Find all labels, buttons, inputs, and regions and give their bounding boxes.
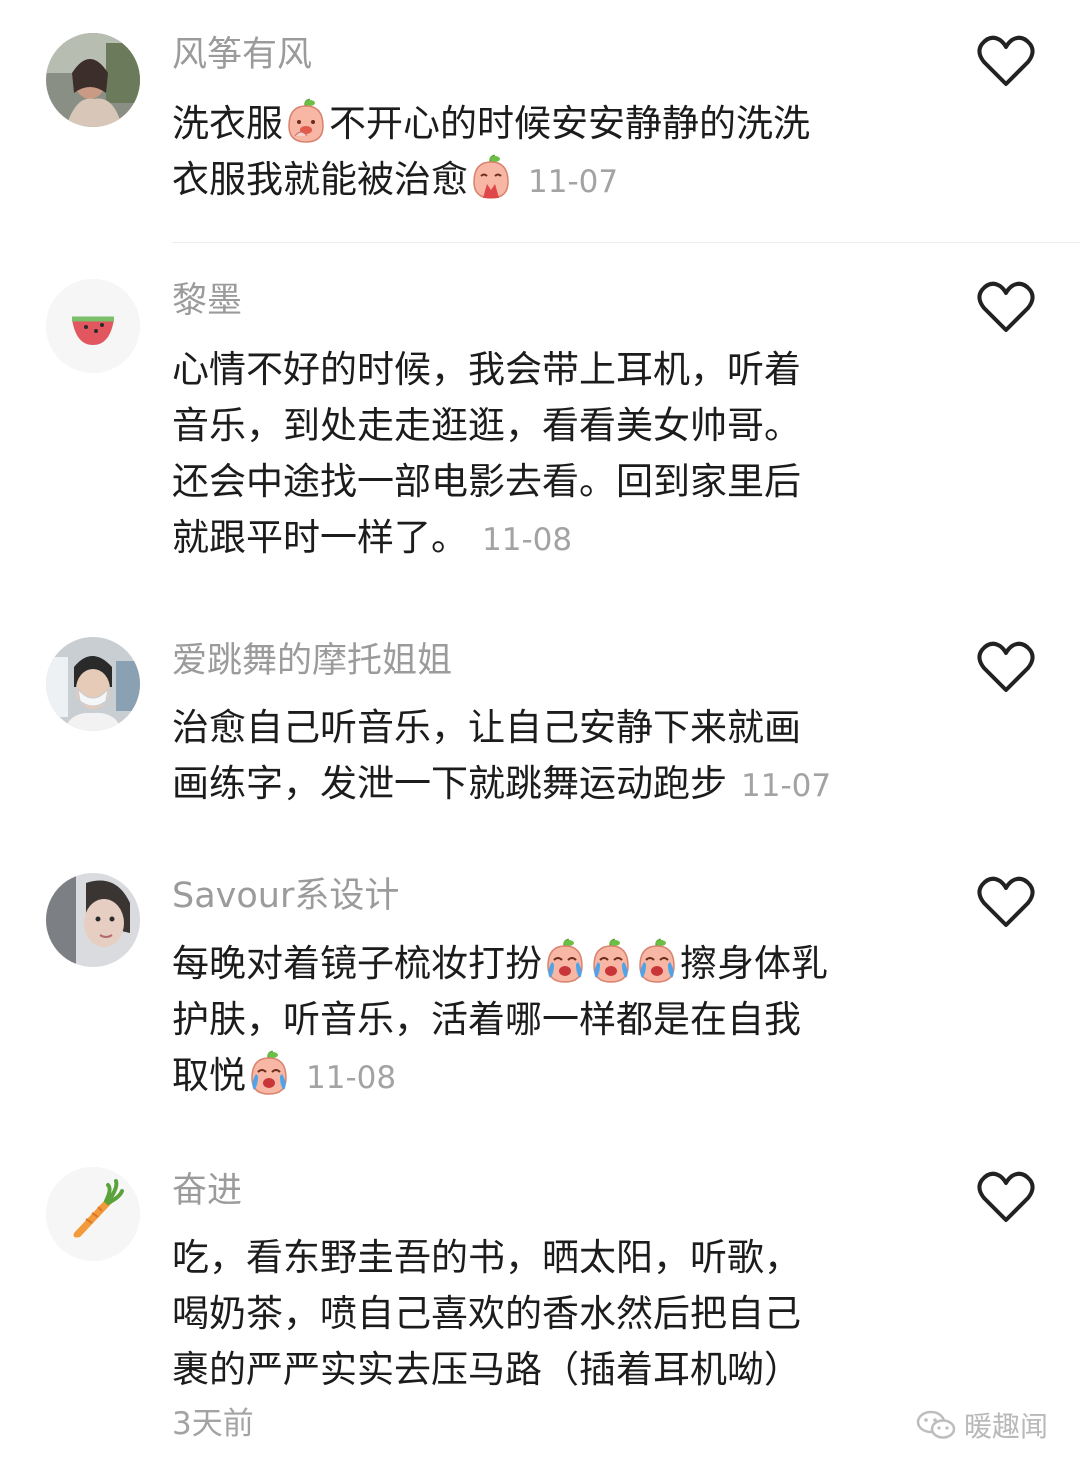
text-segment: 画练字，发泄一下就跳舞运动跑步 (172, 762, 727, 805)
like-heart-icon[interactable] (976, 1170, 1036, 1224)
peach-cry-emoji (246, 1050, 292, 1096)
comment-date: 11-08 (482, 522, 573, 558)
user-avatar[interactable] (46, 1167, 140, 1261)
username[interactable]: 风筝有风 (172, 33, 312, 77)
text-segment: 吃，看东野圭吾的书，晒太阳，听歌， (172, 1236, 801, 1279)
text-segment: 音乐，到处走走逛逛，看看美女帅哥。 (172, 404, 801, 447)
username[interactable]: 黎墨 (172, 279, 242, 323)
text-segment: 裹的严严实实去压马路（插着耳机呦） (172, 1348, 801, 1391)
text-segment: 治愈自己听音乐，让自己安静下来就画 (172, 706, 801, 749)
text-segment: 喝奶茶，喷自己喜欢的香水然后把自己 (172, 1292, 801, 1335)
user-avatar[interactable] (46, 33, 140, 127)
like-heart-icon[interactable] (976, 280, 1036, 334)
peach-shy-emoji (283, 98, 329, 144)
wechat-icon (916, 1409, 956, 1441)
watermark: 暖趣闻 (916, 1405, 1048, 1445)
like-heart-icon[interactable] (976, 875, 1036, 929)
user-avatar[interactable] (46, 873, 140, 967)
peach-cry-emoji (542, 938, 588, 984)
text-segment: 每晚对着镜子梳妆打扮 (172, 942, 542, 985)
username[interactable]: 奋进 (172, 1169, 242, 1213)
peach-cry-emoji (588, 938, 634, 984)
text-segment: 洗衣服 (172, 102, 283, 145)
user-avatar[interactable] (46, 637, 140, 731)
peach-pray-emoji (468, 154, 514, 200)
comment-text: 洗衣服 不开心的时候安安静静的洗洗 衣服我就能被治愈 11-07 (172, 96, 912, 208)
text-segment: 不开心的时候安安静静的洗洗 (329, 102, 810, 145)
comment-date: 11-07 (528, 164, 619, 200)
comment-date: 11-07 (741, 768, 832, 804)
divider (172, 242, 1080, 243)
username[interactable]: Savour系设计 (172, 874, 399, 918)
user-avatar[interactable] (46, 279, 140, 373)
comment-text: 心情不好的时候，我会带上耳机，听着 音乐，到处走走逛逛，看看美女帅哥。 还会中途… (172, 342, 912, 566)
like-heart-icon[interactable] (976, 640, 1036, 694)
text-segment: 擦身体乳 (680, 942, 828, 985)
text-segment: 心情不好的时候，我会带上耳机，听着 (172, 348, 801, 391)
username[interactable]: 爱跳舞的摩托姐姐 (172, 639, 452, 683)
text-segment: 还会中途找一部电影去看。回到家里后 (172, 460, 801, 503)
comment-text: 治愈自己听音乐，让自己安静下来就画 画练字，发泄一下就跳舞运动跑步 11-07 (172, 700, 912, 812)
comment-date: 11-08 (306, 1060, 397, 1096)
watermark-label: 暖趣闻 (963, 1410, 1048, 1443)
text-segment: 衣服我就能被治愈 (172, 158, 468, 201)
like-heart-icon[interactable] (976, 34, 1036, 88)
text-segment: 就跟平时一样了。 (172, 516, 468, 559)
text-segment: 取悦 (172, 1054, 246, 1097)
text-segment: 护肤，听音乐，活着哪一样都是在自我 (172, 998, 801, 1041)
peach-cry-emoji (634, 938, 680, 984)
comment-date: 3天前 (172, 1406, 254, 1442)
comment-text: 每晚对着镜子梳妆打扮 擦身体乳 护肤，听音乐，活着哪一样都是在自我 取悦 11-08 (172, 936, 912, 1104)
comment-text: 吃，看东野圭吾的书，晒太阳，听歌， 喝奶茶，喷自己喜欢的香水然后把自己 裹的严严… (172, 1230, 912, 1446)
